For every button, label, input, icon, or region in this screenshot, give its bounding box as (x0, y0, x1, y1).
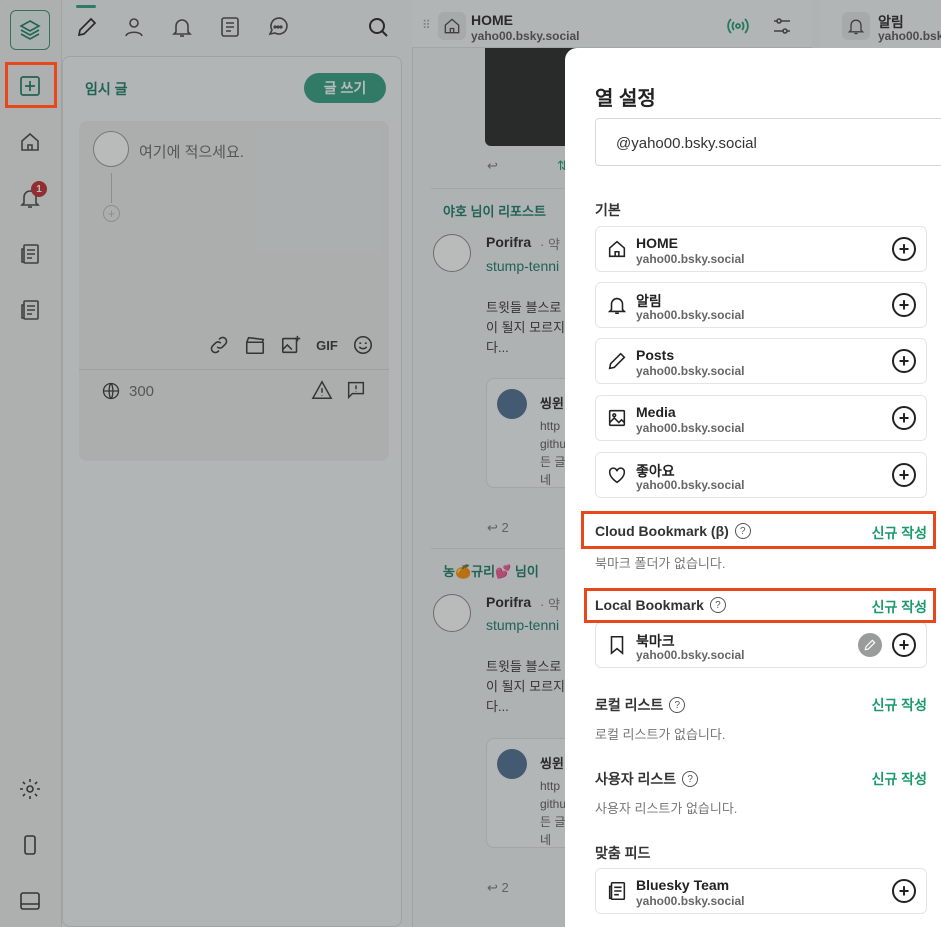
add-column-button[interactable]: + (892, 633, 916, 657)
item-handle: yaho00.bsky.social (636, 252, 745, 266)
add-column-button[interactable]: + (892, 349, 916, 373)
pencil-icon (864, 639, 876, 651)
item-handle: yaho00.bsky.social (636, 421, 745, 435)
column-item-notifications[interactable]: 알림 yaho00.bsky.social + (595, 282, 927, 328)
column-item-likes[interactable]: 좋아요 yaho00.bsky.social + (595, 452, 927, 498)
feed-icon (606, 880, 628, 902)
item-handle: yaho00.bsky.social (636, 894, 745, 908)
add-column-button[interactable]: + (892, 237, 916, 261)
column-item-home[interactable]: HOME yaho00.bsky.social + (595, 226, 927, 272)
pencil-icon (606, 350, 628, 372)
image-icon (606, 407, 628, 429)
highlight-box (581, 511, 936, 549)
add-column-button[interactable]: + (892, 463, 916, 487)
highlight-box (584, 588, 936, 623)
new-user-list-link[interactable]: 신규 작성 (872, 769, 927, 789)
add-column-button[interactable]: + (892, 406, 916, 430)
section-custom-feed: 맞춤 피드 (595, 843, 650, 863)
bookmark-icon (606, 634, 628, 656)
empty-message: 사용자 리스트가 없습니다. (595, 801, 738, 816)
section-label: 사용자 리스트 (595, 771, 677, 787)
section-local-list: 로컬 리스트 ? (595, 695, 686, 715)
section-label: 기본 (595, 202, 621, 218)
item-handle: yaho00.bsky.social (636, 364, 745, 378)
column-item-feed[interactable]: Bluesky Team yaho00.bsky.social + (595, 868, 927, 914)
item-handle: yaho00.bsky.social (636, 478, 745, 492)
section-label: 로컬 리스트 (595, 697, 664, 713)
item-title: HOME (636, 235, 678, 251)
heart-icon (606, 464, 628, 486)
item-title: Media (636, 404, 676, 420)
edit-bookmark-button[interactable] (858, 633, 882, 657)
help-icon[interactable]: ? (669, 697, 686, 713)
highlight-box (5, 62, 57, 108)
home-icon (606, 238, 628, 260)
account-selector[interactable]: @yaho00.bsky.social (595, 118, 941, 166)
add-column-button[interactable]: + (892, 293, 916, 317)
empty-message: 로컬 리스트가 없습니다. (595, 727, 726, 742)
help-icon[interactable]: ? (682, 771, 699, 787)
panel-title: 열 설정 (595, 88, 656, 110)
add-column-button[interactable]: + (892, 879, 916, 903)
empty-message: 북마크 폴더가 없습니다. (595, 556, 726, 571)
column-item-bookmark[interactable]: 북마크 yaho00.bsky.social + (595, 622, 927, 668)
item-title: Bluesky Team (636, 877, 730, 893)
item-title: Posts (636, 347, 675, 363)
column-item-media[interactable]: Media yaho00.bsky.social + (595, 395, 927, 441)
item-handle: yaho00.bsky.social (636, 308, 745, 322)
item-handle: yaho00.bsky.social (636, 648, 745, 662)
column-settings-panel: 열 설정 @yaho00.bsky.social 기본 HOME yaho00.… (565, 48, 941, 927)
column-item-posts[interactable]: Posts yaho00.bsky.social + (595, 338, 927, 384)
bell-icon (606, 294, 628, 316)
new-local-list-link[interactable]: 신규 작성 (872, 695, 927, 715)
section-label: 맞춤 피드 (595, 845, 651, 861)
section-user-list: 사용자 리스트 ? (595, 769, 699, 789)
section-basic: 기본 (595, 200, 621, 220)
